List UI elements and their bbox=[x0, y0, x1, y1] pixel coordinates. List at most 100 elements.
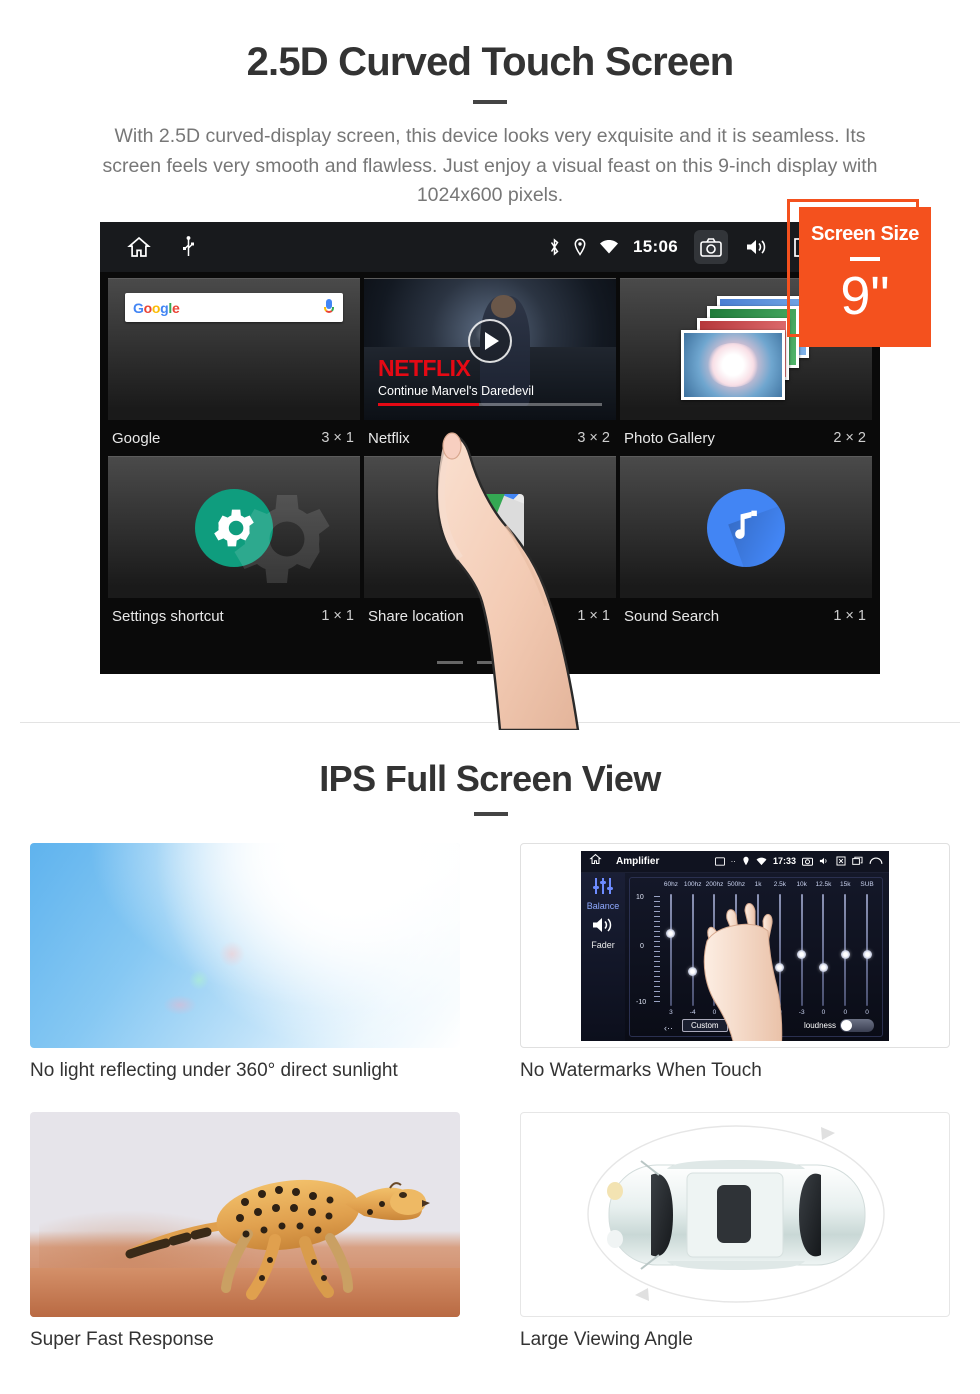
volume-icon[interactable] bbox=[740, 230, 774, 264]
band-label: 10k bbox=[796, 880, 807, 888]
home-icon[interactable] bbox=[589, 852, 602, 870]
frequency-labels: 60hz 100hz 200hz 500hz 1k 2.5k 10k 12.5k… bbox=[660, 881, 878, 888]
widget-item-google[interactable]: Google Google 3 × 1 bbox=[108, 278, 360, 456]
eq-value: 3 bbox=[669, 1008, 673, 1016]
usb-icon[interactable] bbox=[182, 236, 195, 258]
sliders-icon[interactable] bbox=[581, 873, 625, 900]
location-icon bbox=[743, 856, 749, 866]
section1-description: With 2.5D curved-display screen, this de… bbox=[102, 125, 878, 207]
band-label: 100hz bbox=[683, 880, 702, 888]
settings-widget[interactable] bbox=[108, 456, 360, 598]
page-dot-2[interactable] bbox=[477, 661, 503, 664]
eq-value: 0 bbox=[821, 1008, 826, 1016]
eq-slider-10k[interactable] bbox=[791, 893, 813, 1006]
amplifier-clock: 17:33 bbox=[772, 856, 796, 866]
feature-row-2: Super Fast Response Large Viewing Angle bbox=[0, 1112, 980, 1351]
netflix-subtitle: Continue Marvel's Daredevil bbox=[378, 384, 534, 398]
band-label: 2.5k bbox=[773, 880, 787, 888]
sidebar-item-fader[interactable]: Fader bbox=[581, 940, 625, 950]
volume-icon bbox=[819, 857, 827, 865]
close-box-icon bbox=[836, 856, 846, 866]
location-icon bbox=[573, 238, 587, 256]
widget-label: Share location bbox=[368, 607, 464, 625]
page-dot-3-active[interactable] bbox=[517, 661, 543, 664]
amplifier-title-bar: Amplifier ·· 17:33 bbox=[581, 850, 889, 873]
widget-item-sound-search[interactable]: Sound Search 1 × 1 bbox=[620, 456, 872, 634]
feature-card-car: Large Viewing Angle bbox=[490, 1112, 980, 1351]
band-label: 1k bbox=[754, 880, 762, 888]
sidebar-item-balance[interactable]: Balance bbox=[581, 901, 625, 911]
widget-grid: Google Google 3 × 1 NETFLIX Continue Mar… bbox=[100, 272, 880, 634]
google-logo: Google bbox=[133, 299, 180, 316]
amplifier-image: Amplifier ·· 17:33 Balance Fader 60hz 10… bbox=[520, 843, 950, 1048]
loudness-toggle[interactable] bbox=[840, 1019, 874, 1032]
amplifier-sidebar: Balance Fader bbox=[581, 872, 625, 1041]
widget-item-share-location[interactable]: G Share location 1 × 1 bbox=[364, 456, 616, 634]
eq-value: 0 bbox=[843, 1008, 848, 1016]
bluetooth-icon bbox=[548, 238, 561, 256]
play-icon[interactable] bbox=[468, 319, 512, 364]
badge-divider bbox=[850, 257, 880, 261]
eq-slider-60hz[interactable] bbox=[660, 893, 682, 1006]
more-icon: ·· bbox=[730, 856, 736, 866]
section1-title: 2.5D Curved Touch Screen bbox=[246, 40, 735, 84]
feature-caption: Super Fast Response bbox=[30, 1329, 214, 1350]
band-label: 500hz bbox=[727, 880, 746, 888]
feature-row-1: No light reflecting under 360° direct su… bbox=[0, 843, 980, 1082]
band-label: 12.5k bbox=[815, 880, 832, 888]
screen-size-badge: Screen Size 9" bbox=[799, 207, 931, 347]
screen-size-value: 9" bbox=[840, 266, 890, 326]
google-search-widget[interactable]: Google bbox=[108, 278, 360, 420]
wifi-icon bbox=[756, 857, 767, 865]
widget-item-settings-shortcut[interactable]: Settings shortcut 1 × 1 bbox=[108, 456, 360, 634]
widget-size: 1 × 1 bbox=[833, 608, 866, 624]
netflix-widget[interactable]: NETFLIX Continue Marvel's Daredevil bbox=[364, 278, 616, 420]
section2-title: IPS Full Screen View bbox=[319, 758, 661, 799]
camera-icon[interactable] bbox=[694, 230, 728, 264]
scale-max: 10 bbox=[636, 893, 644, 901]
eq-slider-sub[interactable] bbox=[856, 893, 878, 1006]
music-note-icon[interactable] bbox=[707, 488, 785, 567]
cheetah-image bbox=[30, 1112, 460, 1317]
scale-min: -10 bbox=[636, 998, 647, 1006]
widget-row-2: Settings shortcut 1 × 1 G Share location… bbox=[108, 456, 872, 634]
section-divider bbox=[20, 722, 960, 723]
eq-value: -3 bbox=[798, 1008, 805, 1016]
feature-caption: No Watermarks When Touch bbox=[520, 1060, 762, 1081]
gear-icon-watermark bbox=[222, 479, 342, 598]
wifi-icon bbox=[599, 239, 619, 255]
feature-card-grid: No light reflecting under 360° direct su… bbox=[0, 843, 980, 1351]
back-arrow-icon bbox=[869, 857, 883, 864]
widget-label: Sound Search bbox=[624, 607, 720, 625]
widget-label: Netflix bbox=[368, 429, 410, 447]
feature-card-sunlight: No light reflecting under 360° direct su… bbox=[0, 843, 490, 1082]
status-bar-clock: 15:06 bbox=[633, 237, 678, 256]
speaker-icon[interactable] bbox=[581, 916, 625, 939]
google-search-bar[interactable]: Google bbox=[125, 293, 343, 322]
widget-item-netflix[interactable]: NETFLIX Continue Marvel's Daredevil Netf… bbox=[364, 278, 616, 456]
netflix-progress-bar bbox=[378, 403, 602, 406]
page-dot-1[interactable] bbox=[437, 661, 463, 664]
widget-size: 3 × 2 bbox=[577, 430, 610, 446]
page-indicator[interactable] bbox=[100, 661, 880, 664]
widget-label: Google bbox=[112, 429, 161, 447]
feature-caption: Large Viewing Angle bbox=[520, 1329, 693, 1350]
cheetah-illustration bbox=[125, 1179, 430, 1300]
sound-search-widget[interactable] bbox=[620, 456, 872, 598]
band-label: 15k bbox=[840, 880, 851, 888]
share-location-widget[interactable]: G bbox=[364, 456, 616, 598]
eq-slider-15k[interactable] bbox=[834, 893, 856, 1006]
microphone-icon[interactable] bbox=[323, 299, 335, 316]
feature-card-amplifier: Amplifier ·· 17:33 Balance Fader 60hz 10… bbox=[490, 843, 980, 1082]
car-top-view-illustration bbox=[587, 1125, 885, 1303]
product-feature-page: 2.5D Curved Touch Screen With 2.5D curve… bbox=[0, 0, 980, 1394]
google-maps-icon[interactable]: G bbox=[456, 493, 524, 562]
band-label: 60hz bbox=[663, 880, 678, 888]
camera-icon bbox=[802, 857, 813, 866]
widget-size: 1 × 1 bbox=[321, 608, 354, 624]
home-icon[interactable] bbox=[126, 235, 152, 259]
eq-slider-12.5k[interactable] bbox=[813, 893, 835, 1006]
screen-size-label: Screen Size bbox=[811, 223, 919, 245]
map-pin-icon bbox=[460, 534, 482, 557]
loudness-label: loudness bbox=[803, 1021, 836, 1030]
